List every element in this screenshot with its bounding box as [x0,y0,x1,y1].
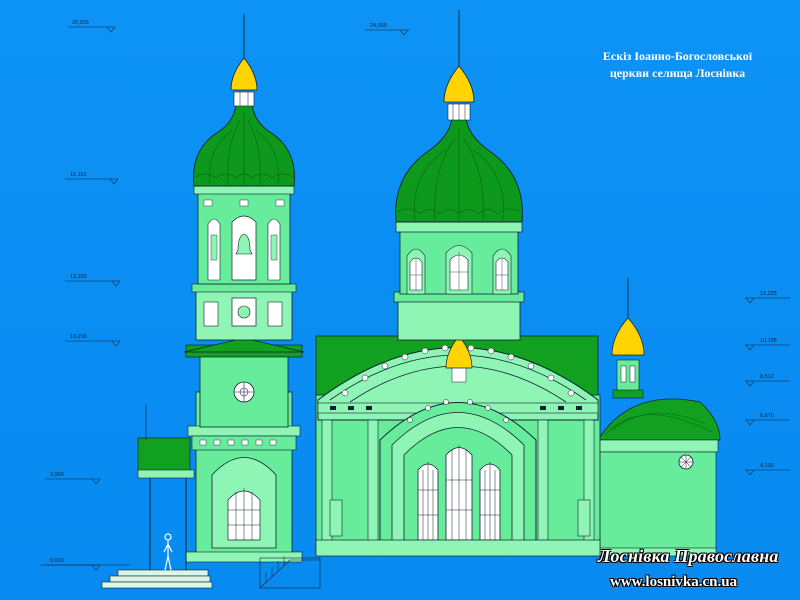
caption-line-1: Ескіз Іоанно-Богословської [602,49,753,63]
nave [315,322,601,557]
level-label: 10,195 [760,338,777,344]
drawing-caption: Ескіз Іоанно-Богословської церкви селища… [575,48,780,82]
apse [597,278,721,557]
caption-line-2: церкви селища Лоснівка [609,66,746,80]
small-gold-dome [611,317,645,356]
brand-watermark: Лоснівка Православна [598,546,779,566]
left-level-marks [45,26,121,571]
level-label: 12,225 [760,291,777,297]
porch-canopy [137,405,195,570]
level-label: 4,100 [760,463,774,469]
drawing-canvas: 26,025 15,110 13,355 10,265 3,905 0,000 … [0,0,800,600]
level-label: 0,000 [50,558,64,564]
central-gold-dome [443,65,475,103]
level-label: 10,265 [70,334,87,340]
level-label: 8,512 [760,374,774,380]
scale-figure [163,533,173,571]
site-url[interactable]: www.losnivka.cn.ua [610,574,737,591]
tower-gold-dome [230,57,258,91]
level-label: 13,355 [70,274,87,280]
clock-face [237,305,251,319]
level-label: 26,025 [72,20,89,26]
bell-tower [183,14,305,563]
central-dome [393,10,525,341]
level-label: 24,000 [370,23,387,29]
level-label: 6,670 [760,413,774,419]
level-label: 15,110 [70,172,86,178]
church-elevation-drawing: 26,025 15,110 13,355 10,265 3,905 0,000 … [40,10,790,589]
level-label: 3,905 [50,472,64,478]
